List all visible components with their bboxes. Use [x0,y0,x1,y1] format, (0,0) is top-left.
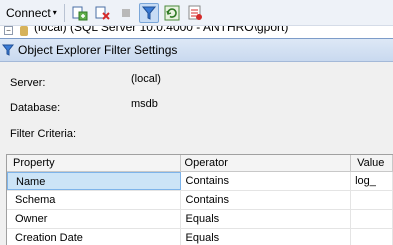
filter-icon [141,6,156,20]
expand-minus-icon[interactable]: − [4,26,13,35]
property-column-header[interactable]: Property [7,155,181,171]
filter-button[interactable] [138,2,159,23]
table-row[interactable]: Owner Equals [7,210,393,229]
disconnect-button[interactable] [93,3,113,23]
connect-label: Connect [6,5,51,20]
stop-icon [121,8,130,17]
disconnect-icon [95,6,110,20]
operator-cell[interactable]: Equals [181,229,352,245]
property-cell[interactable]: Owner [7,210,181,228]
table-row[interactable]: Name Contains log_ [7,172,393,191]
property-cell[interactable]: Name [7,172,181,190]
operator-cell[interactable]: Contains [181,172,352,190]
database-value: msdb [131,98,158,110]
value-column-header[interactable]: Value [351,155,393,171]
value-cell[interactable] [351,191,393,209]
refresh-icon [164,5,180,20]
activity-monitor-button[interactable] [185,3,205,23]
dialog-titlebar[interactable]: Object Explorer Filter Settings [0,39,393,62]
toolbar-separator [63,3,65,22]
screen: Connect ▾ − (local) (SQL Server 10.0.400… [0,0,393,245]
value-cell[interactable] [351,229,393,245]
server-tree-node[interactable]: − (local) (SQL Server 10.0.4000 - ANTHRO… [0,26,393,38]
filter-settings-dialog: Object Explorer Filter Settings Server: … [0,38,393,245]
connect-object-explorer-button[interactable] [70,3,90,23]
object-explorer-toolbar: Connect ▾ [0,0,393,26]
table-row[interactable]: Creation Date Equals [7,229,393,245]
chevron-down-icon: ▾ [52,8,57,17]
connect-button[interactable]: Connect ▾ [4,3,59,23]
database-label: Database: [10,102,61,114]
grid-header: Property Operator Value [7,155,393,172]
database-icon [20,26,28,36]
value-cell[interactable] [351,210,393,228]
property-cell[interactable]: Schema [7,191,181,209]
table-row[interactable]: Schema Contains [7,191,393,210]
operator-cell[interactable]: Contains [181,191,352,209]
filter-criteria-grid: Property Operator Value Name Contains lo… [6,154,393,245]
dialog-title: Object Explorer Filter Settings [18,43,178,57]
filter-criteria-label: Filter Criteria: [10,128,77,140]
refresh-button[interactable] [162,3,182,23]
value-cell[interactable]: log_ [351,172,393,190]
server-node-label: (local) (SQL Server 10.0.4000 - ANTHRO\g… [34,26,289,34]
operator-cell[interactable]: Equals [181,210,352,228]
operator-column-header[interactable]: Operator [181,155,352,171]
server-label: Server: [10,77,46,89]
property-cell[interactable]: Creation Date [7,229,181,245]
stop-button[interactable] [116,3,136,23]
server-value: (local) [131,73,161,85]
activity-monitor-icon [188,5,202,20]
funnel-icon [2,44,14,56]
new-query-icon [72,6,88,20]
